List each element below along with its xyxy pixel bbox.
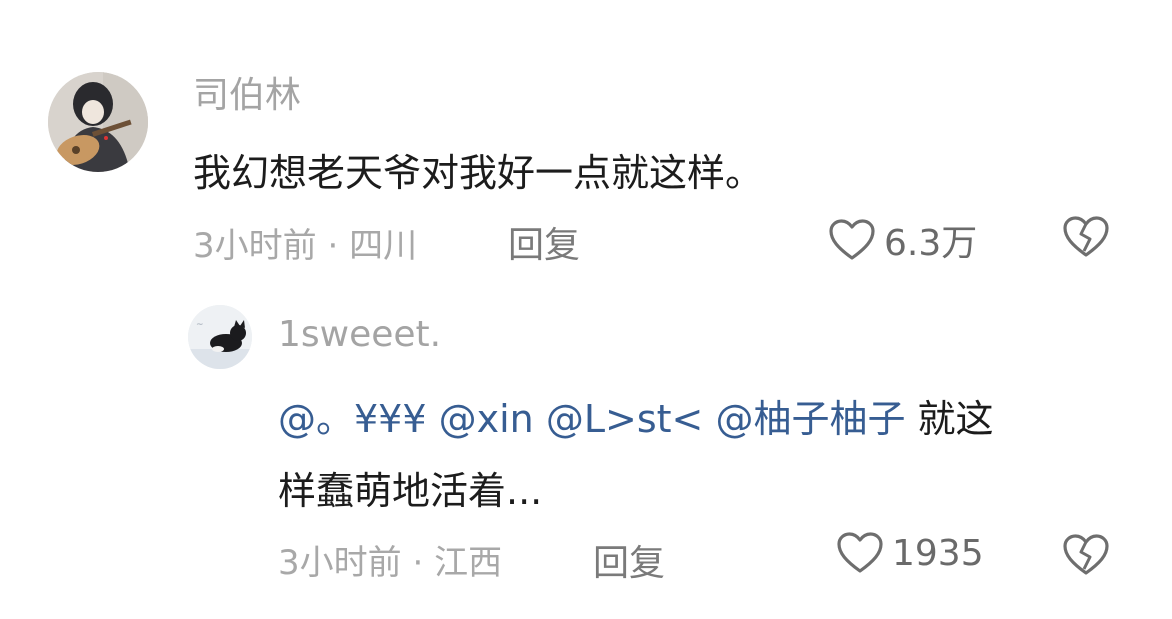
comment-text: 我幻想老天爷对我好一点就这样。 [193, 151, 764, 195]
avatar-image [48, 72, 148, 172]
like-count: 6.3万 [884, 223, 978, 264]
reply-location: 江西 [434, 543, 503, 583]
comment-location: 四川 [349, 226, 418, 266]
dislike-button[interactable] [1062, 215, 1110, 263]
reply-meta: 3小时前 · 江西 [278, 535, 502, 584]
reply-avatar[interactable]: ~ [188, 305, 252, 369]
broken-heart-icon [1063, 534, 1109, 575]
reply-username[interactable]: 1sweeet. [278, 314, 441, 355]
broken-heart-icon [1063, 216, 1109, 257]
reply-text-line1: @。¥¥¥ @xin @L>st< @柚子柚子 就这 [278, 388, 994, 443]
reply-text-rest: 就这 [905, 397, 994, 441]
reply-text-line2: 样蠢萌地活着... [278, 469, 543, 513]
svg-text:~: ~ [196, 320, 204, 330]
heart-outline-icon [837, 532, 883, 573]
comment-meta: 3小时前 · 四川 [193, 218, 417, 267]
reply-button[interactable]: 回复 [593, 534, 665, 586]
reply-button[interactable]: 回复 [508, 216, 580, 268]
comment-username[interactable]: 司伯林 [193, 66, 301, 118]
reply-time: 3小时前 [278, 543, 402, 583]
like-button[interactable]: 6.3万 [828, 214, 977, 266]
avatar-image: ~ [188, 305, 252, 369]
dislike-button[interactable] [1062, 533, 1110, 581]
like-count: 1935 [892, 532, 984, 574]
reply-mentions[interactable]: @。¥¥¥ @xin @L>st< @柚子柚子 [278, 397, 905, 441]
meta-separator: · [316, 226, 350, 266]
meta-separator: · [401, 543, 435, 583]
heart-outline-icon [829, 219, 875, 260]
comment-time: 3小时前 [193, 226, 317, 266]
like-button[interactable]: 1935 [836, 531, 984, 575]
avatar[interactable] [48, 72, 148, 172]
